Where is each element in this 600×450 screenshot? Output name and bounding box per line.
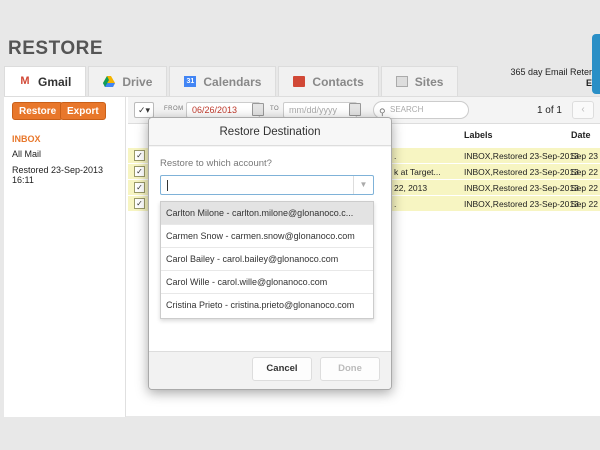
done-button[interactable]: Done: [320, 357, 380, 381]
account-options-list: Carlton Milone - carlton.milone@glonanoc…: [160, 201, 374, 319]
dialog-title: Restore Destination: [149, 118, 391, 146]
account-prompt: Restore to which account?: [160, 158, 272, 169]
restore-destination-dialog: Restore Destination Restore to which acc…: [148, 117, 392, 390]
account-option[interactable]: Cristina Prieto - cristina.prieto@glonan…: [161, 294, 373, 317]
account-combobox[interactable]: ▼: [160, 175, 374, 195]
chevron-down-icon[interactable]: ▼: [353, 176, 373, 194]
account-option[interactable]: Carol Wille - carol.wille@glonanoco.com: [161, 271, 373, 294]
account-option[interactable]: Carol Bailey - carol.bailey@glonanoco.co…: [161, 248, 373, 271]
dialog-footer: Cancel Done: [149, 351, 391, 389]
dialog-body: Restore to which account? ▼ Carlton Milo…: [149, 147, 391, 352]
account-option[interactable]: Carmen Snow - carmen.snow@glonanoco.com: [161, 225, 373, 248]
account-option[interactable]: Carlton Milone - carlton.milone@glonanoc…: [161, 202, 373, 225]
text-caret: [167, 180, 168, 191]
cancel-button[interactable]: Cancel: [252, 357, 312, 381]
modal-overlay: Restore Destination Restore to which acc…: [0, 0, 600, 450]
